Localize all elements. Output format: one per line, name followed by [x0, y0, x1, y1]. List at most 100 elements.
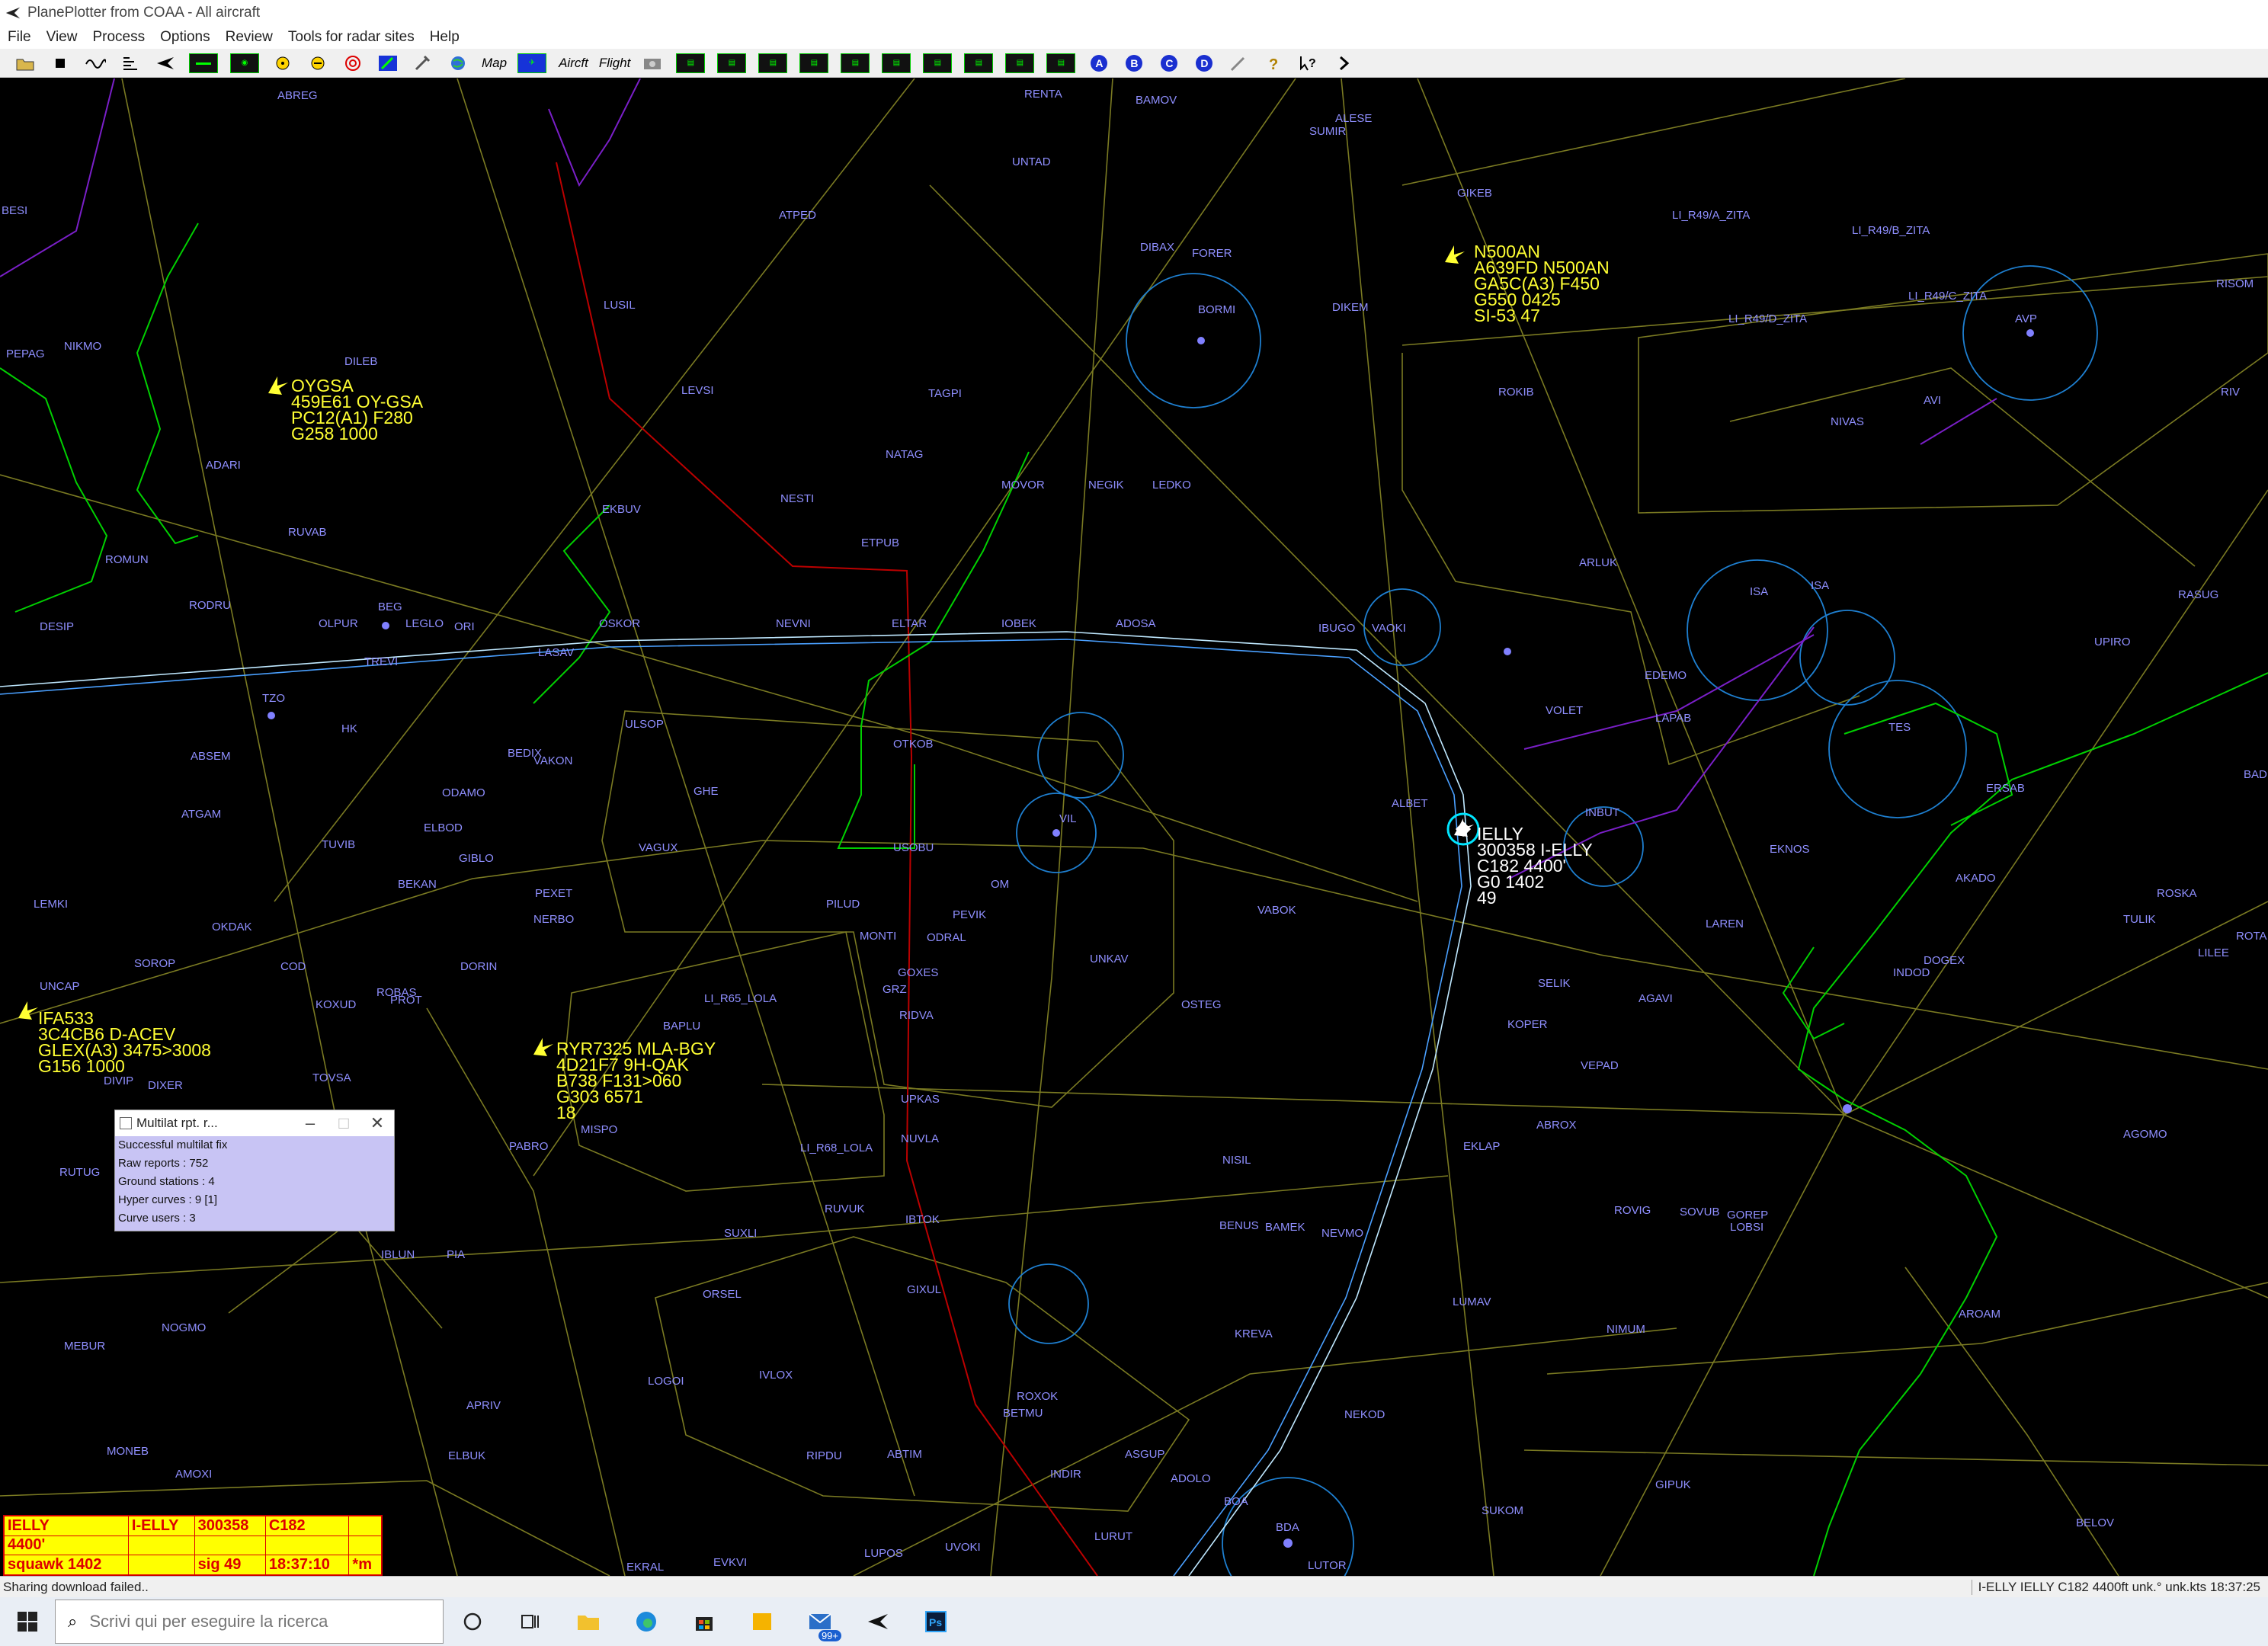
aircraft-button[interactable]: Aircft — [559, 52, 588, 75]
waypoint-label: TOVSA — [312, 1071, 351, 1084]
radar-slot-6-button[interactable]: ▤ — [882, 53, 911, 73]
waypoint-label: LEDKO — [1152, 479, 1191, 492]
waypoint-label: LAPAB — [1655, 712, 1692, 725]
radar-slot-1-button[interactable]: ▤ — [676, 53, 706, 73]
taskbar-search[interactable]: ⌕ — [55, 1600, 444, 1644]
aircraft-icon[interactable] — [1442, 242, 1468, 265]
strip-type: C182 — [264, 1516, 350, 1536]
plane-icon[interactable] — [154, 52, 177, 75]
waypoint-label: NESTI — [780, 492, 815, 505]
menu-file[interactable]: File — [0, 29, 39, 46]
waypoint-label: INDIR — [1050, 1468, 1081, 1481]
radar-slot-3-button[interactable]: ▤ — [758, 53, 788, 73]
letter-a-button[interactable]: A — [1088, 52, 1110, 75]
menu-review[interactable]: Review — [218, 29, 280, 46]
menu-view[interactable]: View — [39, 29, 85, 46]
waypoint-label: ROXOK — [1017, 1390, 1059, 1403]
waypoint-label: VABOK — [1257, 904, 1296, 917]
photoshop-icon[interactable]: Ps — [907, 1597, 965, 1646]
letter-b-button[interactable]: B — [1123, 52, 1145, 75]
aircraft-label-ielly[interactable]: IELLY 300358 I-ELLY C182 4400' G0 1402 49 — [1477, 825, 1593, 907]
flight-button[interactable]: Flight — [599, 52, 631, 75]
radar-slot-4-button[interactable]: ▤ — [799, 53, 829, 73]
aircraft-icon[interactable] — [1451, 815, 1477, 838]
windows-taskbar: ⌕ 99+ Ps — [0, 1597, 2268, 1646]
mail-icon[interactable]: 99+ — [791, 1597, 849, 1646]
list-icon[interactable] — [119, 52, 142, 75]
waypoint-label: LOBSI — [1730, 1221, 1764, 1234]
multilat-report-window[interactable]: Multilat rpt. r... – □ ✕ Successful mult… — [114, 1110, 395, 1231]
planeplotter-taskbar-icon[interactable] — [849, 1597, 907, 1646]
map-button[interactable]: Map — [482, 52, 507, 75]
aircraft-label-oygsa[interactable]: OYGSA 459E61 OY-GSA PC12(A1) F280 G258 1000 — [291, 377, 423, 443]
stop-icon[interactable] — [49, 52, 72, 75]
maximize-icon[interactable]: □ — [327, 1113, 360, 1133]
aircraft-icon[interactable] — [15, 998, 41, 1021]
chevron-right-icon[interactable] — [1333, 52, 1356, 75]
menu-help[interactable]: Help — [422, 29, 467, 46]
windows-start-icon[interactable] — [0, 1597, 55, 1646]
waypoint-label: DILEB — [344, 355, 378, 368]
aircraft-icon[interactable] — [265, 373, 291, 396]
aircraft-label-ifa533[interactable]: IFA533 3C4CB6 D-ACEV GLEX(A3) 3475>3008 G15… — [38, 1010, 211, 1075]
cortana-icon[interactable] — [444, 1597, 501, 1646]
letter-d-button[interactable]: D — [1193, 52, 1216, 75]
map-mode-button[interactable]: ✈ — [517, 53, 547, 73]
waypoint-label: AROAM — [1959, 1308, 2001, 1321]
radar-slot-9-button[interactable]: ▤ — [1005, 53, 1035, 73]
waypoint-label: INBUT — [1585, 806, 1619, 819]
waypoint-label: GOXES — [898, 966, 939, 979]
pencil-icon[interactable] — [1228, 52, 1251, 75]
tools-icon[interactable] — [412, 52, 434, 75]
waypoint-label: ADOLO — [1171, 1472, 1211, 1485]
folder-app-icon[interactable] — [733, 1597, 791, 1646]
file-explorer-icon[interactable] — [559, 1597, 617, 1646]
waypoint-label: KREVA — [1235, 1327, 1273, 1340]
radar-slot-8-button[interactable]: ▤ — [964, 53, 994, 73]
waypoint-label: NATAG — [886, 448, 924, 461]
waypoint-label: RUTUG — [59, 1166, 101, 1179]
menu-process[interactable]: Process — [85, 29, 152, 46]
letter-c-button[interactable]: C — [1158, 52, 1180, 75]
task-view-icon[interactable] — [501, 1597, 559, 1646]
waypoint-label: DOGEX — [1924, 954, 1965, 967]
camera-icon[interactable] — [641, 52, 664, 75]
radar-slot-5-button[interactable]: ▤ — [841, 53, 870, 73]
waypoint-label: VAGUX — [639, 841, 678, 854]
waypoint-label: MOVOR — [1001, 479, 1045, 492]
target-yellow-icon[interactable] — [271, 52, 294, 75]
open-folder-icon[interactable] — [14, 52, 37, 75]
menu-tools-radar[interactable]: Tools for radar sites — [280, 29, 422, 46]
menu-options[interactable]: Options — [152, 29, 217, 46]
range-rings-icon[interactable] — [341, 52, 364, 75]
scope-view-button[interactable]: ◉ — [230, 53, 259, 73]
waypoint-label: NERBO — [533, 913, 575, 926]
close-icon[interactable]: ✕ — [360, 1113, 394, 1133]
minimize-icon[interactable]: – — [293, 1113, 327, 1133]
flight-strip[interactable]: IELLY I-ELLY 300358 C182 4400' squawk 14… — [3, 1515, 383, 1576]
aircraft-label-n500an[interactable]: N500AN A639FD N500AN GA5C(A3) F450 G550 042… — [1474, 243, 1610, 325]
multilat-titlebar[interactable]: Multilat rpt. r... – □ ✕ — [115, 1110, 394, 1136]
radar-view-button[interactable]: ▬▬ — [189, 53, 218, 73]
strip-empty — [127, 1535, 195, 1556]
globe-icon[interactable] — [447, 52, 469, 75]
taskbar-search-input[interactable] — [88, 1611, 419, 1632]
context-help-icon[interactable]: ? — [1298, 52, 1321, 75]
edit-icon[interactable] — [376, 52, 399, 75]
radar-slot-2-button[interactable]: ▤ — [717, 53, 747, 73]
status-selected-aircraft: I-ELLY IELLY C182 4400ft unk.° unk.kts 1… — [1971, 1580, 2260, 1595]
minus-circle-icon[interactable] — [306, 52, 329, 75]
edge-browser-icon[interactable] — [617, 1597, 675, 1646]
radar-slot-7-button[interactable]: ▤ — [923, 53, 953, 73]
aircraft-icon[interactable] — [530, 1035, 556, 1058]
store-icon[interactable] — [675, 1597, 733, 1646]
signal-wave-icon[interactable] — [84, 52, 107, 75]
multilat-row: Raw reports : 752 — [118, 1157, 209, 1170]
aircraft-label-ryr7325[interactable]: RYR7325 MLA-BGY 4D21F7 9H-QAK B738 F131>06… — [556, 1040, 716, 1122]
waypoint-label: BEKAN — [398, 878, 437, 891]
help-icon[interactable]: ? — [1263, 52, 1286, 75]
radar-map[interactable] — [0, 78, 2268, 1576]
waypoint-label: SUMIR — [1309, 125, 1347, 138]
waypoint-label: IOBEK — [1001, 617, 1036, 630]
radar-slot-10-button[interactable]: ▤ — [1046, 53, 1076, 73]
